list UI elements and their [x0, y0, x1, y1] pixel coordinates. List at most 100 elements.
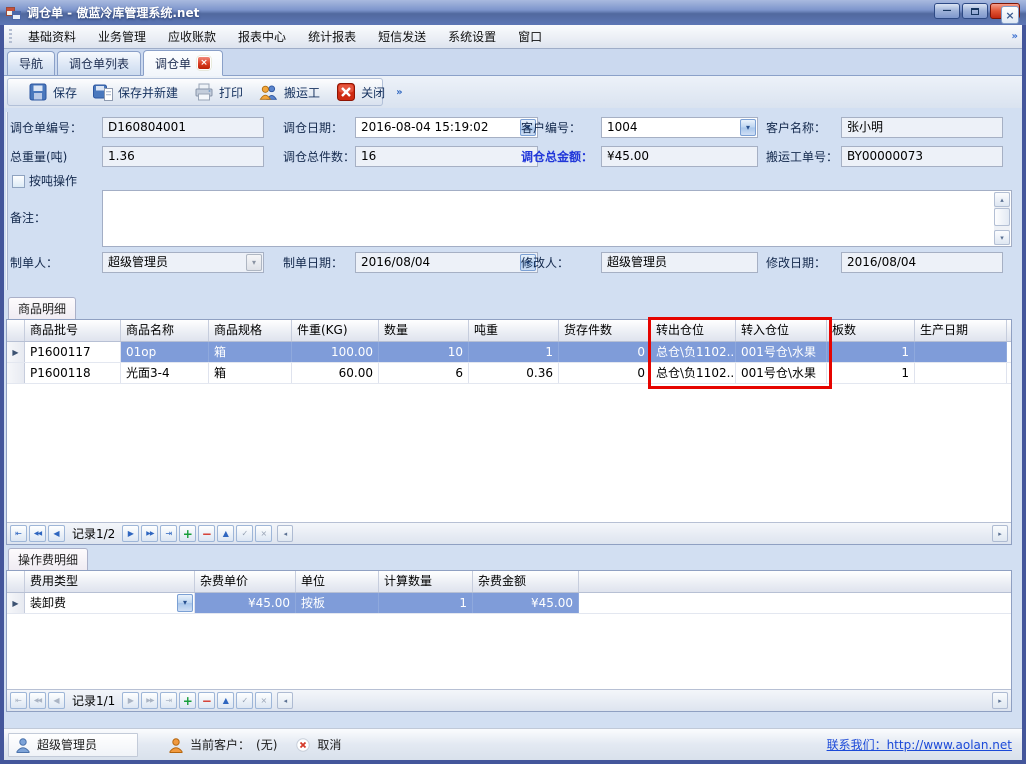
goods-horizontal-scrollbar[interactable]: ◂ ▸: [277, 525, 1008, 542]
cancel-icon[interactable]: [295, 737, 311, 753]
column-header[interactable]: 商品规格: [209, 320, 292, 341]
cell-unit-weight[interactable]: 60.00: [292, 363, 379, 383]
by-ton-checkbox[interactable]: [12, 175, 25, 188]
modify-date-field[interactable]: 2016/08/04: [841, 252, 1003, 273]
porter-no-field[interactable]: BY00000073: [841, 146, 1003, 167]
tab-close-icon[interactable]: ×: [197, 56, 211, 70]
next-record-button[interactable]: ▶: [122, 525, 139, 542]
tab-transfer-order[interactable]: 调仓单 ×: [143, 50, 223, 76]
column-header[interactable]: 单位: [296, 571, 379, 592]
create-date-combo[interactable]: 2016/08/04▾: [355, 252, 538, 273]
cell-fee-calc-qty[interactable]: 1: [379, 593, 473, 613]
commit-edit-button[interactable]: ✓: [236, 692, 253, 709]
cancel-customer-label[interactable]: 取消: [317, 736, 341, 753]
next-record-button[interactable]: ▶: [122, 692, 139, 709]
column-header[interactable]: 货存件数: [559, 320, 651, 341]
column-header[interactable]: 件重(KG): [292, 320, 379, 341]
column-header[interactable]: 生产日期: [915, 320, 1007, 341]
cell-spec[interactable]: 箱: [209, 363, 292, 383]
menu-item-sms[interactable]: 短信发送: [367, 26, 437, 48]
first-record-button[interactable]: ⇤: [10, 525, 27, 542]
scroll-thumb[interactable]: [994, 208, 1010, 226]
column-header[interactable]: 费用类型: [25, 571, 195, 592]
cell-spec[interactable]: 箱: [209, 342, 292, 362]
save-button[interactable]: 保存: [20, 80, 85, 104]
commit-edit-button[interactable]: ✓: [236, 525, 253, 542]
cell-unit-weight[interactable]: 100.00: [292, 342, 379, 362]
minimize-button[interactable]: —: [934, 3, 960, 19]
cell-tonnage[interactable]: 0.36: [469, 363, 559, 383]
table-row[interactable]: ▶ 装卸费▾ ¥45.00 按板 1 ¥45.00: [7, 593, 1011, 614]
cell-production-date[interactable]: [915, 363, 1007, 383]
contact-link[interactable]: 联系我们：http://www.aolan.net: [827, 736, 1012, 753]
cell-fee-unit-price[interactable]: ¥45.00: [195, 593, 296, 613]
menu-item-window[interactable]: 窗口: [507, 26, 553, 48]
tab-fee-detail[interactable]: 操作费明细: [8, 548, 88, 570]
scroll-right-icon[interactable]: ▸: [992, 692, 1008, 709]
scroll-up-icon[interactable]: ▴: [994, 192, 1010, 207]
cell-to-location[interactable]: 001号仓\水果: [736, 342, 827, 362]
print-button[interactable]: 打印: [186, 80, 251, 104]
maximize-button[interactable]: [962, 3, 988, 19]
scrollbar-track[interactable]: [293, 692, 992, 709]
cell-from-location[interactable]: 总仓\负1102...: [651, 342, 736, 362]
modifier-field[interactable]: 超级管理员: [601, 252, 758, 273]
column-header[interactable]: 板数: [827, 320, 915, 341]
customer-no-combo[interactable]: 1004▾: [601, 117, 758, 138]
scroll-left-icon[interactable]: ◂: [277, 525, 293, 542]
tab-navigation[interactable]: 导航: [7, 51, 55, 75]
cell-goods-name[interactable]: 01op: [121, 342, 209, 362]
delete-row-button[interactable]: −: [198, 692, 215, 709]
table-row[interactable]: ▶ P1600117 01op 箱 100.00 10 1 0 总仓\负1102…: [7, 342, 1011, 363]
menu-item-statistics[interactable]: 统计报表: [297, 26, 367, 48]
cell-pallets[interactable]: 1: [827, 363, 915, 383]
scroll-down-icon[interactable]: ▾: [994, 230, 1010, 245]
menu-item-receivables[interactable]: 应收账款: [157, 26, 227, 48]
cell-from-location[interactable]: 总仓\负1102...: [651, 363, 736, 383]
cell-qty[interactable]: 10: [379, 342, 469, 362]
customer-name-field[interactable]: 张小明: [841, 117, 1003, 138]
save-and-new-button[interactable]: 保存并新建: [85, 80, 186, 104]
cell-batch-no[interactable]: P1600118: [25, 363, 121, 383]
cell-to-location[interactable]: 001号仓\水果: [736, 363, 827, 383]
prev-record-button[interactable]: ◀: [48, 692, 65, 709]
append-row-button[interactable]: +: [179, 525, 196, 542]
cell-tonnage[interactable]: 1: [469, 342, 559, 362]
transfer-date-combo[interactable]: 2016-08-04 15:19:02▾: [355, 117, 538, 138]
next-page-button[interactable]: ▶▶: [141, 525, 158, 542]
column-header[interactable]: 数量: [379, 320, 469, 341]
column-header[interactable]: 杂费单价: [195, 571, 296, 592]
table-row[interactable]: P1600118 光面3-4 箱 60.00 6 0.36 0 总仓\负1102…: [7, 363, 1011, 384]
menu-item-settings[interactable]: 系统设置: [437, 26, 507, 48]
column-header[interactable]: 商品名称: [121, 320, 209, 341]
delete-row-button[interactable]: −: [198, 525, 215, 542]
edit-row-button[interactable]: ▲: [217, 692, 234, 709]
first-record-button[interactable]: ⇤: [10, 692, 27, 709]
close-order-button[interactable]: 关闭: [328, 80, 393, 104]
next-page-button[interactable]: ▶▶: [141, 692, 158, 709]
last-record-button[interactable]: ⇥: [160, 692, 177, 709]
chevron-down-icon[interactable]: ▾: [177, 594, 193, 612]
cell-goods-name[interactable]: 光面3-4: [121, 363, 209, 383]
prev-page-button[interactable]: ◀◀: [29, 525, 46, 542]
cell-qty[interactable]: 6: [379, 363, 469, 383]
tabstrip-close-button[interactable]: ×: [1001, 6, 1019, 24]
cell-stock-qty[interactable]: 0: [559, 342, 651, 362]
scrollbar-track[interactable]: [293, 525, 992, 542]
scroll-right-icon[interactable]: ▸: [992, 525, 1008, 542]
cancel-edit-button[interactable]: ×: [255, 525, 272, 542]
column-header[interactable]: 转出仓位: [651, 320, 736, 341]
last-record-button[interactable]: ⇥: [160, 525, 177, 542]
cell-production-date[interactable]: [915, 342, 1007, 362]
cell-stock-qty[interactable]: 0: [559, 363, 651, 383]
cell-pallets[interactable]: 1: [827, 342, 915, 362]
order-no-field[interactable]: D160804001: [102, 117, 264, 138]
prev-record-button[interactable]: ◀: [48, 525, 65, 542]
prev-page-button[interactable]: ◀◀: [29, 692, 46, 709]
edit-row-button[interactable]: ▲: [217, 525, 234, 542]
menu-item-report-center[interactable]: 报表中心: [227, 26, 297, 48]
tab-goods-detail[interactable]: 商品明细: [8, 297, 76, 319]
porter-button[interactable]: 搬运工: [251, 80, 328, 104]
menu-item-base-data[interactable]: 基础资料: [17, 26, 87, 48]
total-weight-field[interactable]: 1.36: [102, 146, 264, 167]
